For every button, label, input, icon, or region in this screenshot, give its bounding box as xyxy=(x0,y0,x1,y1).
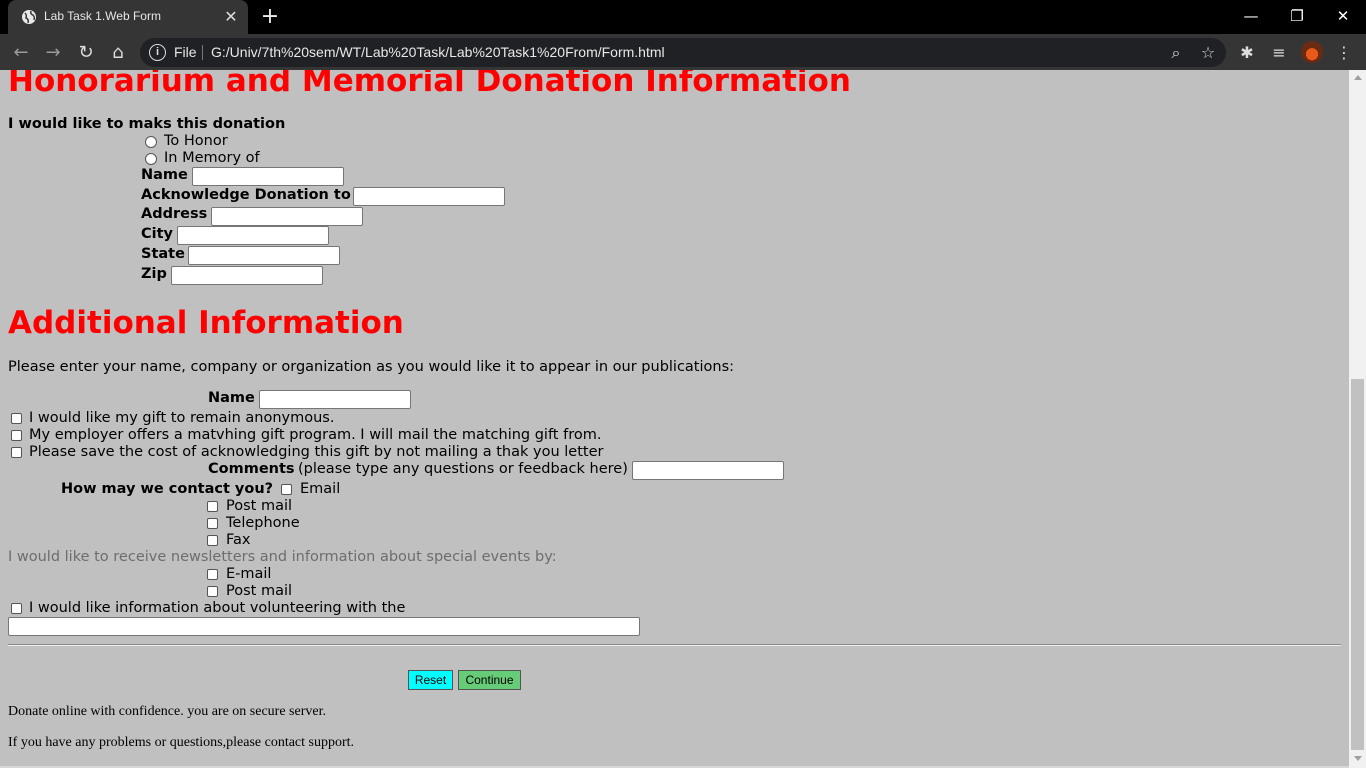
honor-name-label: Name xyxy=(141,167,188,183)
acknowledge-input[interactable] xyxy=(353,187,505,206)
page-content: Honorarium and Memorial Donation Informa… xyxy=(0,70,1349,768)
anonymous-checkbox[interactable] xyxy=(11,413,22,424)
back-icon[interactable]: ← xyxy=(9,41,33,65)
restore-icon[interactable]: ❐ xyxy=(1279,4,1315,28)
anonymous-label: I would like my gift to remain anonymous… xyxy=(29,410,335,426)
vertical-scrollbar[interactable] xyxy=(1349,70,1366,768)
tab-close-icon[interactable]: ✕ xyxy=(222,8,240,26)
scroll-thumb[interactable] xyxy=(1351,379,1364,750)
in-memory-label: In Memory of xyxy=(164,150,260,166)
in-memory-radio[interactable] xyxy=(145,153,157,165)
scroll-up-icon[interactable] xyxy=(1354,75,1362,80)
reload-icon[interactable]: ↻ xyxy=(74,41,98,65)
to-honor-radio[interactable] xyxy=(145,136,157,148)
forward-icon[interactable]: → xyxy=(41,41,65,65)
city-label: City xyxy=(141,226,173,242)
minimize-icon[interactable]: — xyxy=(1233,4,1269,28)
support-note: If you have any problems or questions,pl… xyxy=(8,735,355,750)
zip-input[interactable] xyxy=(171,266,323,285)
contact-fax-checkbox[interactable] xyxy=(207,535,218,546)
state-label: State xyxy=(141,246,185,262)
additional-heading: Additional Information xyxy=(8,305,404,341)
volunteer-input[interactable] xyxy=(8,617,640,636)
contact-postmail-label: Post mail xyxy=(226,498,293,514)
url-scheme: File xyxy=(174,44,197,60)
matching-gift-checkbox[interactable] xyxy=(11,430,22,441)
city-input[interactable] xyxy=(177,226,329,245)
state-input[interactable] xyxy=(188,246,340,265)
honor-name-input[interactable] xyxy=(192,167,344,186)
comments-hint: (please type any questions or feedback h… xyxy=(298,461,628,477)
menu-icon[interactable]: ⋮ xyxy=(1333,42,1355,64)
newsletter-email-checkbox[interactable] xyxy=(207,569,218,580)
honorarium-heading: Honorarium and Memorial Donation Informa… xyxy=(8,70,851,99)
url-text[interactable]: G:/Univ/7th%20sem/WT/Lab%20Task/Lab%20Ta… xyxy=(211,44,665,60)
media-control-icon[interactable]: ≡ xyxy=(1268,42,1290,64)
contact-telephone-label: Telephone xyxy=(226,515,300,531)
browser-toolbar: ← → ↻ ⌂ i File G:/Univ/7th%20sem/WT/Lab%… xyxy=(0,34,1366,70)
secure-note: Donate online with confidence. you are o… xyxy=(8,704,326,719)
profile-avatar[interactable] xyxy=(1301,41,1323,63)
info-icon[interactable]: i xyxy=(149,44,166,61)
acknowledge-label: Acknowledge Donation to xyxy=(141,187,351,203)
newsletter-email-label: E-mail xyxy=(226,566,272,582)
volunteer-label: I would like information about volunteer… xyxy=(29,600,406,616)
tab-strip: Lab Task 1.Web Form ✕ + — ❐ ✕ xyxy=(0,0,1366,34)
contact-telephone-checkbox[interactable] xyxy=(207,518,218,529)
contact-question: How may we contact you? xyxy=(61,481,274,497)
scroll-down-icon[interactable] xyxy=(1354,756,1362,761)
home-icon[interactable]: ⌂ xyxy=(106,41,130,65)
matching-gift-label: My employer offers a matvhing gift progr… xyxy=(29,427,602,443)
omnibox-divider xyxy=(202,45,203,60)
zip-label: Zip xyxy=(141,266,167,282)
contact-fax-label: Fax xyxy=(226,532,251,548)
publication-instruction: Please enter your name, company or organ… xyxy=(8,359,735,375)
continue-button[interactable]: Continue xyxy=(458,670,521,690)
contact-email-label: Email xyxy=(300,481,341,497)
extensions-icon[interactable]: ✱ xyxy=(1236,42,1258,64)
globe-icon xyxy=(22,10,36,24)
newsletter-postmail-label: Post mail xyxy=(226,583,293,599)
publication-name-input[interactable] xyxy=(259,390,411,409)
to-honor-label: To Honor xyxy=(164,133,228,149)
contact-postmail-checkbox[interactable] xyxy=(207,501,218,512)
browser-tab[interactable]: Lab Task 1.Web Form ✕ xyxy=(8,0,248,34)
publication-name-label: Name xyxy=(208,390,255,406)
newsletter-postmail-checkbox[interactable] xyxy=(207,586,218,597)
no-letter-label: Please save the cost of acknowledging th… xyxy=(29,444,604,460)
no-letter-checkbox[interactable] xyxy=(11,447,22,458)
window-close-icon[interactable]: ✕ xyxy=(1325,4,1361,28)
address-input[interactable] xyxy=(211,207,363,226)
reset-button[interactable]: Reset xyxy=(408,670,453,690)
volunteer-checkbox[interactable] xyxy=(11,603,22,614)
comments-input[interactable] xyxy=(632,461,784,480)
bookmark-star-icon[interactable]: ☆ xyxy=(1198,43,1218,63)
divider xyxy=(8,644,1341,646)
tab-title: Lab Task 1.Web Form xyxy=(44,9,161,23)
newsletter-text: I would like to receive newsletters and … xyxy=(8,549,557,565)
address-bar[interactable]: i File G:/Univ/7th%20sem/WT/Lab%20Task/L… xyxy=(140,38,1226,67)
address-label: Address xyxy=(141,206,208,222)
comments-label: Comments xyxy=(208,461,295,477)
new-tab-icon[interactable]: + xyxy=(259,6,281,28)
zoom-icon[interactable]: ⌕ xyxy=(1166,43,1186,63)
donation-question: I would like to maks this donation xyxy=(8,116,286,132)
contact-email-checkbox[interactable] xyxy=(281,484,292,495)
